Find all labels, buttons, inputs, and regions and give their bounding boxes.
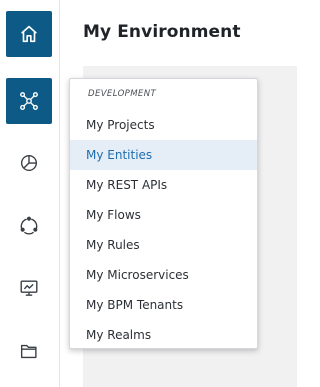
folder-icon — [18, 340, 40, 362]
menu-item-my-rest-apis[interactable]: My REST APIs — [70, 170, 257, 200]
menu-item-my-bpm-tenants[interactable]: My BPM Tenants — [70, 290, 257, 320]
menu-section-label: DEVELOPMENT — [88, 89, 157, 99]
menu-item-my-projects[interactable]: My Projects — [70, 110, 257, 140]
rail-lifecycle-button[interactable] — [6, 203, 52, 249]
page-title: My Environment — [83, 22, 241, 42]
home-icon — [18, 23, 40, 45]
rail-files-button[interactable] — [6, 328, 52, 374]
page-header: My Environment — [60, 0, 297, 66]
rail-analytics-button[interactable] — [6, 140, 52, 186]
pie-chart-icon — [18, 152, 40, 174]
menu-item-my-entities[interactable]: My Entities — [70, 140, 257, 170]
network-icon — [18, 90, 40, 112]
app-window: My Environment DEVELOPMENT My Projects M… — [0, 0, 297, 387]
side-rail — [0, 0, 60, 387]
cycle-icon — [18, 215, 40, 237]
development-dropdown-menu: DEVELOPMENT My Projects My Entities My R… — [69, 78, 258, 349]
rail-network-button[interactable] — [6, 78, 52, 124]
menu-item-my-flows[interactable]: My Flows — [70, 200, 257, 230]
monitor-chart-icon — [18, 277, 40, 299]
rail-monitoring-button[interactable] — [6, 265, 52, 311]
rail-home-button[interactable] — [6, 11, 52, 57]
menu-item-my-realms[interactable]: My Realms — [70, 320, 257, 350]
menu-item-my-rules[interactable]: My Rules — [70, 230, 257, 260]
menu-item-my-microservices[interactable]: My Microservices — [70, 260, 257, 290]
